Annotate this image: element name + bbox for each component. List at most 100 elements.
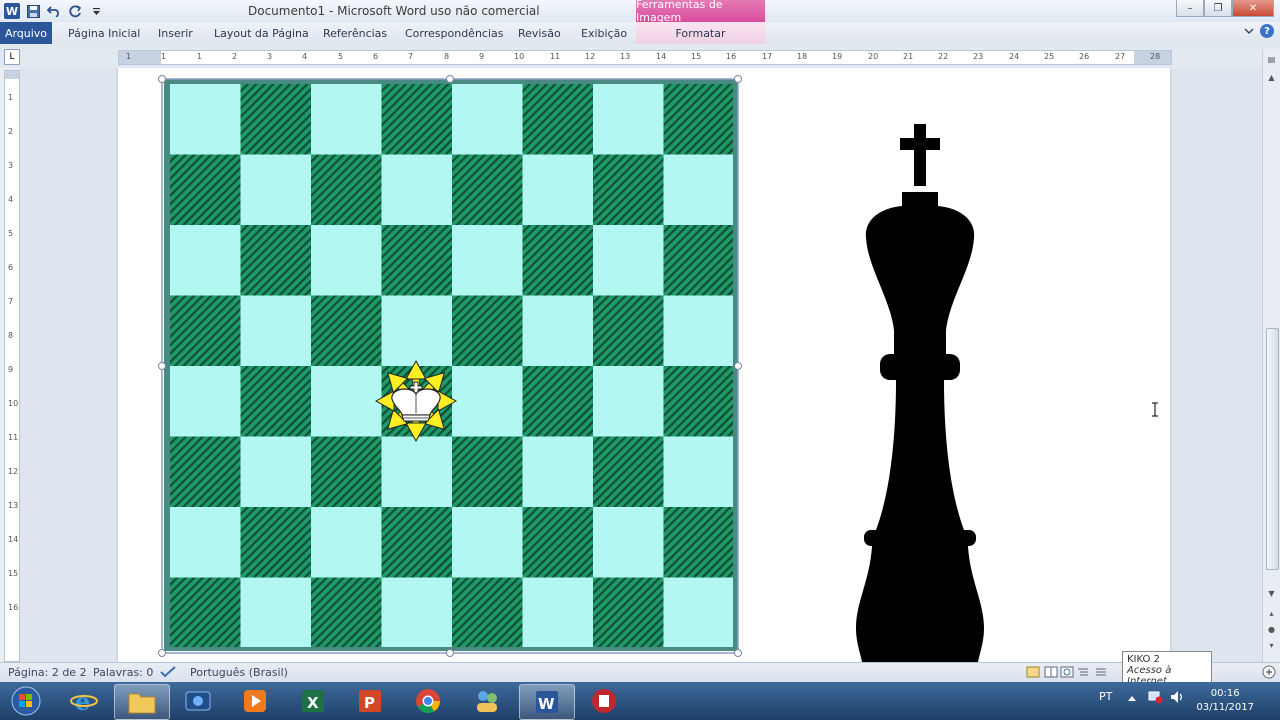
ruler-number: 19: [832, 52, 843, 61]
ruler-number: 21: [903, 52, 914, 61]
system-clock[interactable]: 00:16 03/11/2017: [1196, 687, 1254, 715]
tab-referencias[interactable]: Referências: [323, 22, 387, 44]
ruler-number: 7: [408, 52, 414, 61]
save-icon[interactable]: [24, 2, 42, 20]
people-app-icon[interactable]: [460, 684, 514, 718]
window-controls: – ❐ ✕: [1176, 0, 1274, 17]
excel-icon[interactable]: X: [286, 684, 340, 718]
ruler-number: 5: [338, 52, 344, 61]
resize-handle[interactable]: [158, 75, 166, 83]
ruler-number: 9: [479, 52, 485, 61]
word-app-icon[interactable]: W: [3, 2, 21, 20]
ruler-number: 20: [868, 52, 879, 61]
language-indicator[interactable]: Português (Brasil): [190, 666, 288, 679]
ruler-number: 2: [232, 52, 238, 61]
zoom-in-icon[interactable]: [1262, 665, 1276, 682]
ruler-number: 15: [8, 569, 19, 578]
network-icon[interactable]: [1147, 690, 1163, 707]
tab-pagina-inicial[interactable]: Página Inicial: [68, 22, 140, 44]
start-button[interactable]: [0, 684, 52, 718]
resize-handle[interactable]: [446, 649, 454, 657]
ruler-number: 10: [514, 52, 525, 61]
ruler-number: 4: [302, 52, 308, 61]
page-count[interactable]: Página: 2 de 2: [8, 666, 87, 679]
ruler-number: 11: [550, 52, 561, 61]
tab-revisao[interactable]: Revisão: [518, 22, 561, 44]
resize-handle[interactable]: [158, 362, 166, 370]
tab-correspondencias[interactable]: Correspondências: [405, 22, 504, 44]
ruler-number: 17: [762, 52, 773, 61]
vertical-scrollbar[interactable]: ▤ ▲ ▼ ▴ ● ▾: [1262, 50, 1280, 662]
ruler-number: 24: [1009, 52, 1020, 61]
help-icon[interactable]: ?: [1260, 24, 1274, 38]
media-center-icon[interactable]: [171, 684, 225, 718]
ruler-number: 6: [373, 52, 379, 61]
ruler-number: 15: [691, 52, 702, 61]
internet-explorer-icon[interactable]: e: [57, 684, 111, 718]
full-screen-reading-icon[interactable]: [1044, 666, 1058, 681]
ruler-number: 8: [8, 331, 14, 340]
ruler-number: 18: [797, 52, 808, 61]
web-layout-icon[interactable]: [1060, 666, 1074, 681]
screen-recorder-icon[interactable]: [577, 684, 631, 718]
tab-inserir[interactable]: Inserir: [158, 22, 193, 44]
document-page[interactable]: [118, 68, 1170, 662]
chrome-icon[interactable]: [401, 684, 455, 718]
tab-layout-da-pagina[interactable]: Layout da Página: [214, 22, 309, 44]
ruler-number: 7: [8, 297, 14, 306]
chessboard: [170, 84, 733, 647]
powerpoint-icon[interactable]: P: [343, 684, 397, 718]
close-button[interactable]: ✕: [1232, 0, 1274, 17]
file-explorer-icon[interactable]: [114, 684, 170, 720]
document-area: [20, 68, 1262, 662]
word-taskbar-icon[interactable]: W: [519, 684, 575, 720]
ruler-number: 8: [444, 52, 450, 61]
svg-text:X: X: [307, 694, 319, 712]
scroll-thumb[interactable]: [1266, 328, 1279, 570]
draft-view-icon[interactable]: [1094, 666, 1108, 681]
media-player-icon[interactable]: [228, 684, 282, 718]
scroll-down-icon[interactable]: ▼: [1265, 586, 1278, 600]
page-content: [158, 75, 1158, 662]
outline-view-icon[interactable]: [1076, 666, 1090, 681]
next-page-icon[interactable]: ▾: [1265, 638, 1278, 652]
chessboard-image[interactable]: [158, 75, 742, 657]
tab-exibicao[interactable]: Exibição: [581, 22, 627, 44]
black-king-image[interactable]: [856, 124, 984, 662]
customize-qat-icon[interactable]: [87, 2, 105, 20]
redo-icon[interactable]: [66, 2, 84, 20]
browse-object-icon[interactable]: ●: [1265, 622, 1278, 636]
word-count[interactable]: Palavras: 0: [93, 666, 153, 679]
previous-page-icon[interactable]: ▴: [1265, 606, 1278, 620]
tab-arquivo[interactable]: Arquivo: [0, 22, 52, 44]
ruler-number: 26: [1079, 52, 1090, 61]
undo-icon[interactable]: [45, 2, 63, 20]
show-hidden-icons-icon[interactable]: [1127, 692, 1137, 705]
vertical-ruler[interactable]: 1 2 3 4 5 6 7 8 9 10 11 12 13 14 15 16: [4, 70, 20, 662]
horizontal-ruler[interactable]: 1 1 1 2 3 4 5 6 7 8 9 10 11 12 13 14 15 …: [118, 50, 1172, 65]
clock-date: 03/11/2017: [1196, 702, 1254, 713]
input-language[interactable]: PT: [1099, 690, 1112, 703]
ruler-number: 13: [620, 52, 631, 61]
print-layout-view-icon[interactable]: [1026, 666, 1040, 681]
resize-handle[interactable]: [446, 75, 454, 83]
resize-handle[interactable]: [734, 362, 742, 370]
ruler-number: 27: [1115, 52, 1126, 61]
tab-formatar[interactable]: Formatar: [636, 22, 765, 44]
minimize-button[interactable]: –: [1176, 0, 1204, 17]
tab-selector-button[interactable]: L: [4, 49, 20, 65]
restore-button[interactable]: ❐: [1204, 0, 1232, 17]
ruler-number: 1: [197, 52, 203, 61]
ruler-number: 1: [161, 52, 167, 61]
proofing-icon[interactable]: [160, 666, 176, 681]
scroll-up-icon[interactable]: ▲: [1265, 70, 1278, 84]
expand-ribbon-icon[interactable]: [1244, 27, 1254, 35]
ruler-toggle-icon[interactable]: ▤: [1265, 52, 1278, 66]
resize-handle[interactable]: [734, 75, 742, 83]
resize-handle[interactable]: [158, 649, 166, 657]
quick-access-toolbar: W: [0, 0, 105, 22]
resize-handle[interactable]: [734, 649, 742, 657]
ruler-number: 13: [8, 501, 19, 510]
volume-icon[interactable]: [1169, 690, 1185, 707]
ruler-number: 1: [126, 52, 132, 61]
